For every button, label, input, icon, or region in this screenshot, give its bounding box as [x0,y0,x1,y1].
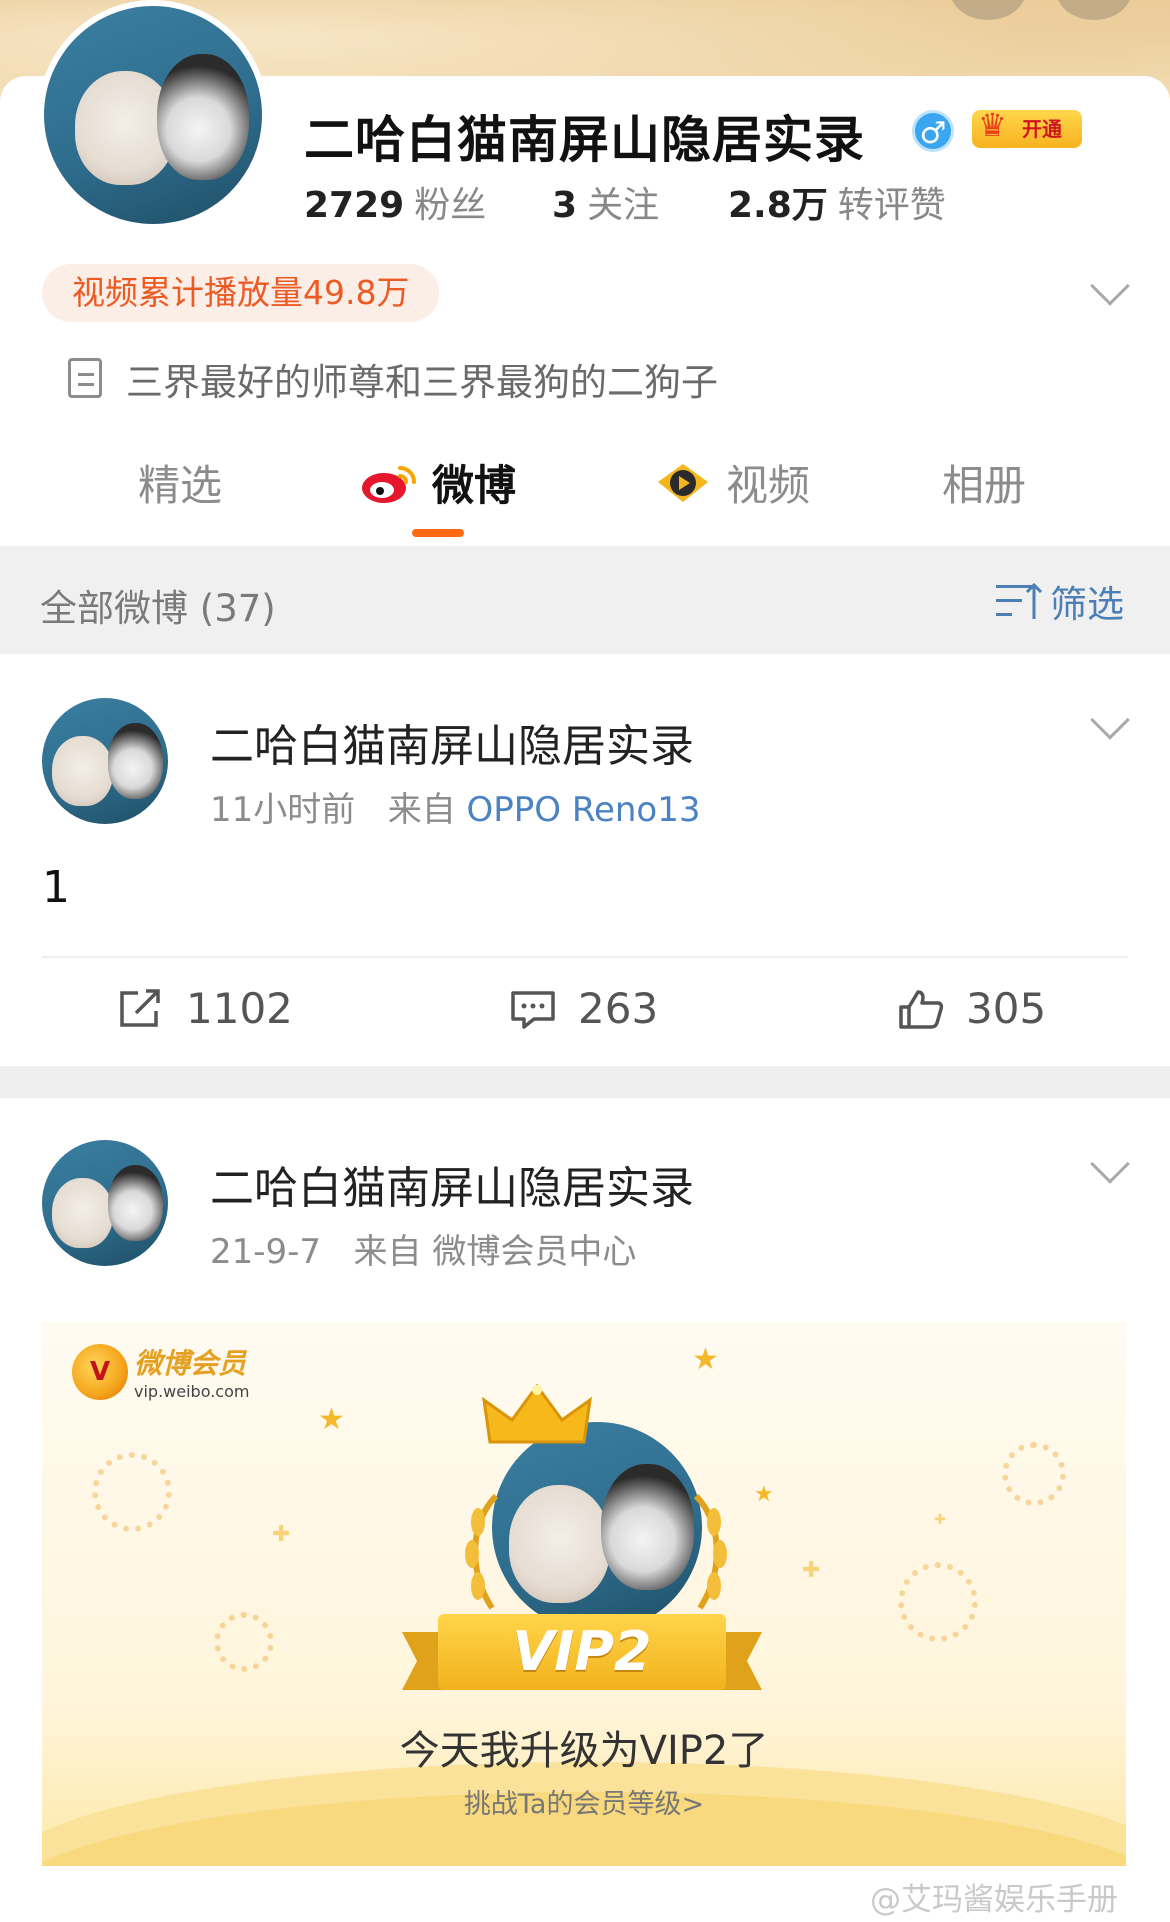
stat-value: 2729 [304,185,405,226]
sparkle-decoration [898,1562,978,1642]
stat-interactions[interactable]: 2.8万 转评赞 [728,176,946,228]
bio-document-icon [68,358,102,398]
vip-upgrade-card[interactable]: ★ ★ ★ ✚ ✚ ✚ V 微博会员 vip.weibo.com VIP2 今天… [42,1322,1126,1866]
post-separator [0,1066,1170,1098]
avatar-husky [107,723,163,799]
like-count: 305 [966,984,1047,1033]
comment-count: 263 [578,984,659,1033]
profile-avatar[interactable] [38,0,268,230]
tab-weibo[interactable]: 微博 [432,452,516,513]
avatar-cat [508,1485,610,1603]
vip-challenge-link[interactable]: 挑战Ta的会员等级> [42,1782,1126,1821]
sparkle-decoration [92,1452,172,1532]
stat-followers[interactable]: 2729 粉丝 [304,176,486,228]
comment-icon [511,990,555,1029]
vip-open-label: 开通 [1022,117,1062,141]
filter-sort-icon [996,581,1044,621]
cover-button-right[interactable] [1056,0,1132,20]
cover-button-left[interactable] [950,0,1026,20]
profile-name: 二哈白猫南屏山隐居实录 [304,111,865,169]
tab-video[interactable]: 视频 [726,452,810,513]
post-meta: 21-9-7 来自 微博会员中心 [210,1224,636,1273]
stat-following[interactable]: 3 关注 [552,176,659,228]
repost-icon [120,988,160,1027]
active-tab-indicator [412,529,464,537]
stat-value: 2.8万 [728,185,828,226]
laurel-right-icon [693,1493,727,1610]
post-source-link[interactable]: OPPO Reno13 [467,790,701,830]
sparkle-decoration [1002,1442,1066,1506]
post-body-text: 1 [42,862,70,913]
post-avatar[interactable] [42,698,168,824]
post-time: 11小时前 [210,790,356,830]
post-from-prefix: 来自 [387,790,456,830]
vip-upgrade-message: 今天我升级为VIP2了 [399,1728,769,1774]
stat-value: 3 [552,185,578,226]
avatar-cat [52,735,113,807]
post-meta: 11小时前 来自 OPPO Reno13 [210,782,700,831]
tab-featured[interactable]: 精选 [138,452,222,513]
post-avatar[interactable] [42,1140,168,1266]
filter-label: 筛选 [1050,583,1124,626]
stat-label: 粉丝 [414,185,487,226]
vip-brand-url: vip.weibo.com [134,1382,250,1401]
gender-male-icon: ♂ [912,110,954,152]
crown-icon [482,1383,592,1444]
profile-bio: 三界最好的师尊和三界最狗的二狗子 [126,361,718,404]
plus-sparkle-icon: ✚ [272,1522,291,1547]
post-divider [42,956,1128,958]
post-from-prefix: 来自 [353,1232,422,1272]
like-button[interactable]: 305 [898,984,1046,1033]
post-time: 21-9-7 [210,1232,322,1272]
avatar-husky [157,53,249,181]
weibo-logo-icon [362,466,416,503]
avatar-husky [601,1464,694,1590]
all-posts-count: 全部微博 (37) [40,587,276,630]
repost-count: 1102 [186,984,293,1033]
stat-label: 转评赞 [837,185,946,226]
video-play-count-badge[interactable]: 视频累计播放量49.8万 [42,264,440,322]
stat-label: 关注 [587,185,660,226]
vip-logo-text: 微博会员 vip.weibo.com [134,1342,249,1401]
post-menu-chevron-icon[interactable] [1090,1144,1130,1184]
vip-medal [462,1382,727,1632]
star-icon: ★ [754,1482,774,1507]
comment-button[interactable]: 263 [510,984,658,1033]
watermark: @艾玛酱娱乐手册 [870,1882,1118,1918]
vip-level-ribbon: VIP2 [402,1614,762,1694]
medal-avatar [492,1422,702,1632]
repost-button[interactable]: 1102 [118,984,293,1033]
post-source[interactable]: 微博会员中心 [432,1232,636,1272]
plus-sparkle-icon: ✚ [802,1558,821,1583]
tab-album[interactable]: 相册 [942,452,1026,513]
post-author[interactable]: 二哈白猫南屏山隐居实录 [210,1152,694,1216]
video-logo-icon [658,464,708,502]
laurel-left-icon [465,1493,499,1610]
post-author[interactable]: 二哈白猫南屏山隐居实录 [210,710,694,774]
filter-button[interactable]: 筛选 [996,574,1124,628]
avatar-husky [107,1165,163,1241]
crown-icon: ♛ [978,106,1007,144]
vip-crown-badge-icon: V [72,1343,128,1400]
vip-brand: 微博会员 [134,1347,247,1380]
plus-sparkle-icon: ✚ [934,1512,946,1528]
post-menu-chevron-icon[interactable] [1090,700,1130,740]
avatar-cat [52,1177,113,1249]
weibo-vip-logo: V 微博会员 vip.weibo.com [72,1342,249,1401]
avatar-image [44,6,262,224]
star-icon: ★ [318,1402,345,1437]
star-icon: ★ [692,1342,719,1377]
vip-level: VIP2 [438,1614,726,1690]
thumbs-up-icon [899,989,944,1029]
sparkle-decoration [214,1612,274,1672]
vip-open-button[interactable]: ♛ 开通 [972,106,1082,148]
